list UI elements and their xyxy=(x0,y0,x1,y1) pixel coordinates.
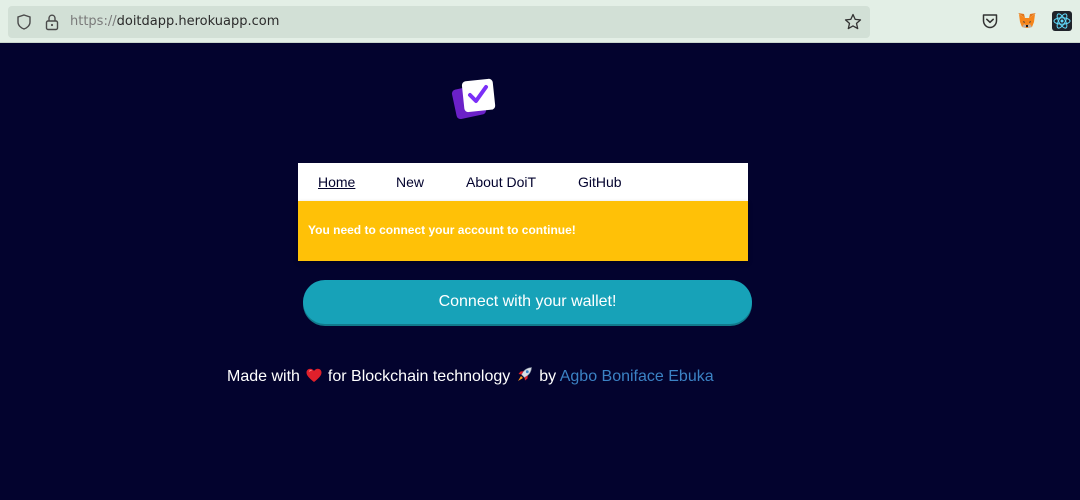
url-host: doitdapp.herokuapp.com xyxy=(116,14,280,29)
rocket-icon xyxy=(518,367,533,381)
footer-made-with: Made with xyxy=(227,368,300,385)
address-bar[interactable]: https://doitdapp.herokuapp.com xyxy=(8,6,870,38)
lock-icon[interactable] xyxy=(44,13,60,31)
metamask-fox-icon[interactable] xyxy=(1017,11,1037,31)
nav-item-github[interactable]: GitHub xyxy=(578,174,622,190)
shield-icon[interactable] xyxy=(16,14,32,30)
star-icon[interactable] xyxy=(844,13,862,31)
nav-item-home[interactable]: Home xyxy=(318,174,355,190)
url-text[interactable]: https://doitdapp.herokuapp.com xyxy=(70,14,279,29)
author-link[interactable]: Agbo Boniface Ebuka xyxy=(560,368,714,385)
connect-warning-alert: You need to connect your account to cont… xyxy=(298,201,748,261)
nav-item-about[interactable]: About DoiT xyxy=(466,174,536,190)
browser-toolbar: https://doitdapp.herokuapp.com xyxy=(0,0,1080,43)
url-protocol: https:// xyxy=(70,14,117,29)
nav-item-new[interactable]: New xyxy=(396,174,424,190)
footer-by-text: by xyxy=(539,368,557,385)
react-devtools-icon[interactable] xyxy=(1052,11,1072,31)
main-card: Home New About DoiT GitHub You need to c… xyxy=(298,163,748,261)
connect-wallet-button[interactable]: Connect with your wallet! xyxy=(303,280,752,324)
nav-bar: Home New About DoiT GitHub xyxy=(298,163,748,201)
heart-icon xyxy=(306,368,322,382)
pocket-icon[interactable] xyxy=(981,12,999,30)
doit-logo-icon xyxy=(451,78,496,120)
alert-message: You need to connect your account to cont… xyxy=(308,223,576,237)
footer-credit: Made with for Blockchain technology by Agb… xyxy=(227,366,714,386)
footer-for-text: for Blockchain technology xyxy=(327,368,511,385)
